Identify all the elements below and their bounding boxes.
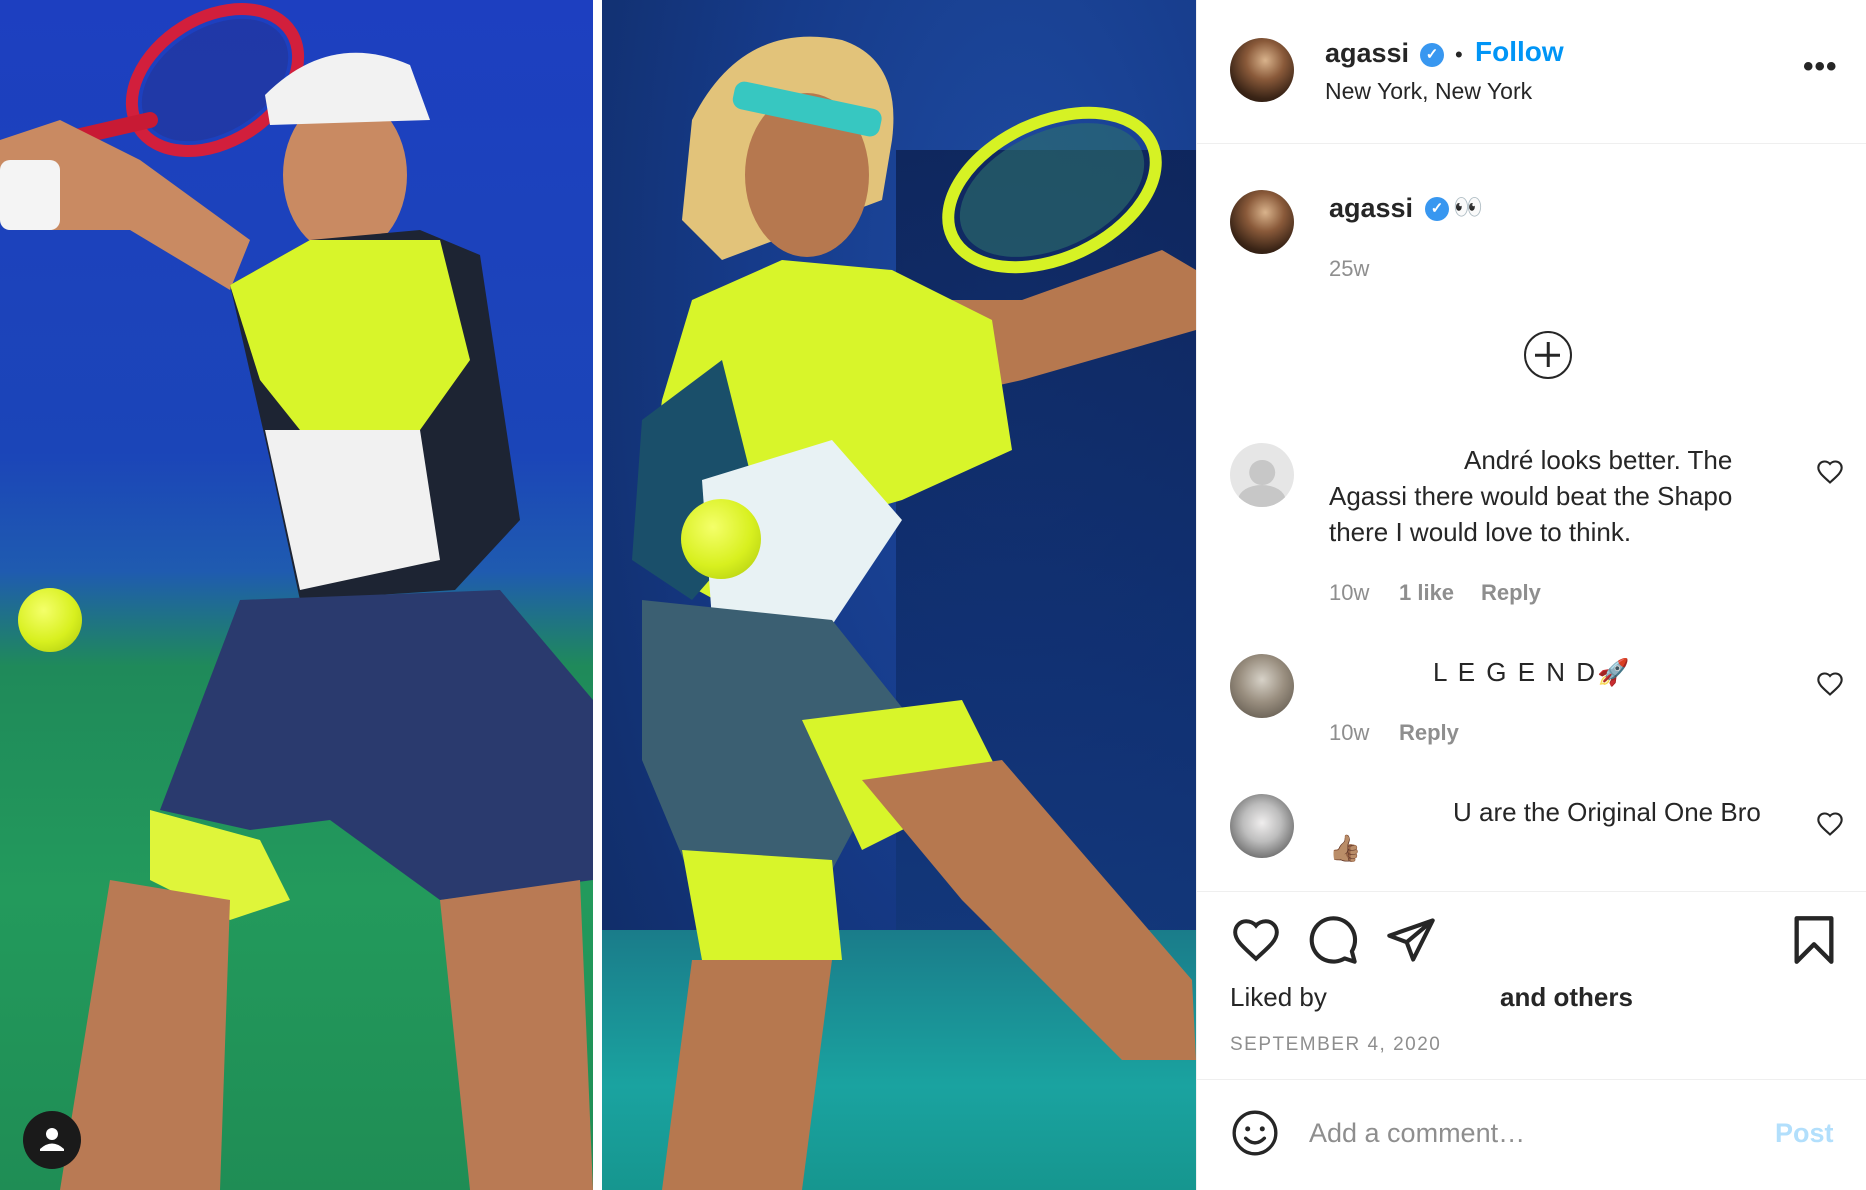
like-heart-icon[interactable] bbox=[1230, 915, 1282, 965]
share-paper-plane-icon[interactable] bbox=[1385, 914, 1437, 966]
comment-text: L E G E N D🚀 bbox=[1433, 657, 1632, 687]
verified-badge-icon: ✓ bbox=[1425, 197, 1449, 221]
comment-text: U are the Original One Bro 👍🏽 bbox=[1329, 797, 1761, 863]
liked-by-summary[interactable]: Liked by and others bbox=[1230, 982, 1830, 1013]
comment-reply-button[interactable]: Reply bbox=[1399, 720, 1459, 746]
post-media[interactable] bbox=[0, 0, 1196, 1190]
separator-dot: • bbox=[1455, 42, 1463, 67]
media-divider bbox=[593, 0, 602, 1190]
photo-right bbox=[602, 0, 1196, 1190]
post-comment-button[interactable]: Post bbox=[1775, 1118, 1834, 1149]
post-header: agassi ✓ • Follow New York, New York ••• bbox=[1197, 0, 1866, 144]
tagged-users-button[interactable] bbox=[23, 1111, 81, 1169]
liked-by-prefix: Liked by bbox=[1230, 982, 1327, 1012]
comment-time[interactable]: 10w bbox=[1329, 720, 1369, 746]
comment-like-heart-icon[interactable] bbox=[1816, 810, 1844, 838]
comment-text: André looks better. The Agassi there wou… bbox=[1329, 445, 1733, 547]
caption-time[interactable]: 25w bbox=[1329, 256, 1369, 282]
comment-like-heart-icon[interactable] bbox=[1816, 670, 1844, 698]
add-comment-bar: Post bbox=[1197, 1079, 1866, 1190]
comment-bubble-icon[interactable] bbox=[1307, 914, 1359, 966]
comment-likes[interactable]: 1 like bbox=[1399, 580, 1454, 606]
save-bookmark-icon[interactable] bbox=[1791, 914, 1837, 966]
caption-username[interactable]: agassi bbox=[1329, 193, 1413, 224]
caption-avatar[interactable] bbox=[1230, 190, 1294, 254]
tennis-ball bbox=[681, 499, 761, 579]
post-sidebar: agassi ✓ • Follow New York, New York •••… bbox=[1196, 0, 1866, 1190]
comment-time[interactable]: 10w bbox=[1329, 580, 1369, 606]
commenter-avatar[interactable] bbox=[1230, 654, 1294, 718]
tennis-ball bbox=[18, 588, 82, 652]
post-date[interactable]: SEPTEMBER 4, 2020 bbox=[1230, 1034, 1441, 1056]
emoji-smiley-icon[interactable] bbox=[1230, 1108, 1280, 1158]
verified-badge-icon: ✓ bbox=[1420, 43, 1444, 67]
person-icon bbox=[40, 1128, 64, 1151]
more-options-button[interactable]: ••• bbox=[1803, 50, 1838, 84]
author-avatar[interactable] bbox=[1230, 38, 1294, 102]
actions-divider bbox=[1197, 891, 1866, 892]
photo-left bbox=[0, 0, 593, 1190]
comment-input[interactable] bbox=[1309, 1110, 1729, 1156]
author-username[interactable]: agassi bbox=[1325, 38, 1409, 69]
follow-button[interactable]: Follow bbox=[1475, 36, 1564, 68]
liked-by-others[interactable]: and others bbox=[1500, 982, 1633, 1013]
comment-reply-button[interactable]: Reply bbox=[1481, 580, 1541, 606]
commenter-avatar[interactable] bbox=[1230, 794, 1294, 858]
post-location[interactable]: New York, New York bbox=[1325, 78, 1532, 105]
commenter-avatar[interactable] bbox=[1230, 443, 1294, 507]
caption-text: 👀 bbox=[1453, 194, 1483, 221]
load-more-comments-button[interactable] bbox=[1524, 331, 1572, 379]
comment-like-heart-icon[interactable] bbox=[1816, 458, 1844, 486]
